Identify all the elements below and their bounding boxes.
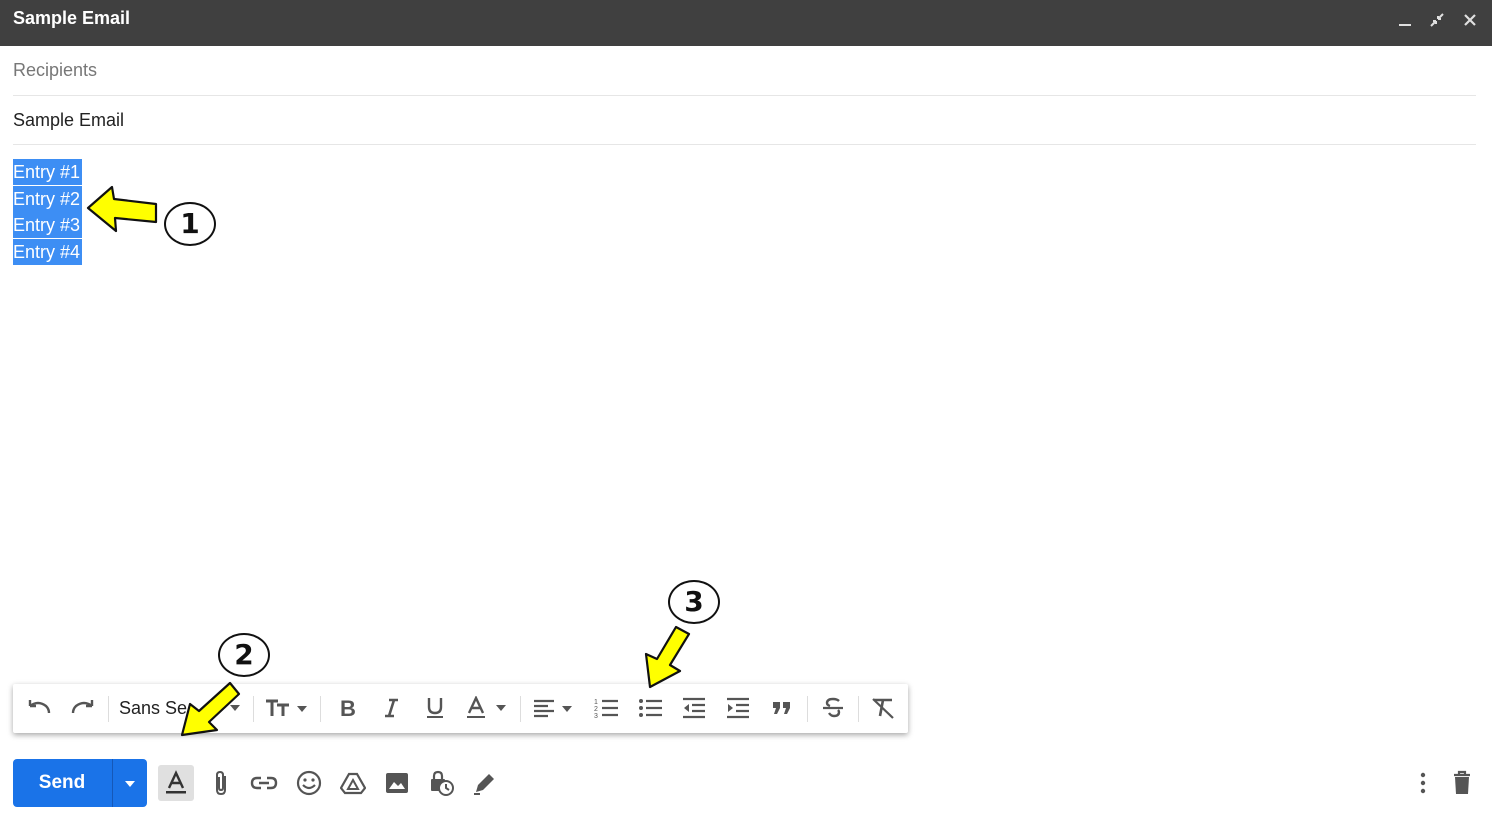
font-size-icon[interactable] (261, 692, 311, 724)
italic-icon[interactable] (375, 692, 407, 724)
insert-link-icon[interactable] (246, 765, 282, 801)
bulleted-list-icon[interactable] (633, 692, 667, 724)
annotation-number-1: 1 (164, 202, 216, 246)
toolbar-divider (108, 696, 109, 722)
recipients-field[interactable]: Recipients (13, 50, 1476, 96)
annotation-arrow-3 (644, 625, 691, 689)
body-line: Entry #1 (13, 159, 83, 186)
subject-value: Sample Email (13, 110, 125, 130)
indent-less-icon[interactable] (677, 692, 711, 724)
annotation-arrow-2 (180, 681, 241, 737)
remove-formatting-icon[interactable] (866, 692, 900, 724)
toolbar-divider (807, 696, 808, 722)
body-line: Entry #3 (13, 212, 83, 239)
bold-icon[interactable]: B (331, 692, 363, 724)
minimize-icon[interactable] (1394, 9, 1416, 31)
google-drive-icon[interactable] (335, 765, 371, 801)
font-family-select[interactable]: Sans Se (119, 698, 187, 719)
insert-signature-icon[interactable] (467, 765, 503, 801)
annotation-arrow-1 (86, 185, 158, 233)
body-line: Entry #2 (13, 185, 83, 213)
toolbar-divider (253, 696, 254, 722)
send-options-button[interactable] (113, 759, 147, 807)
close-icon[interactable] (1459, 9, 1481, 31)
indent-more-icon[interactable] (721, 692, 755, 724)
more-options-icon[interactable] (1405, 765, 1441, 801)
toolbar-divider (520, 696, 521, 722)
formatting-options-icon[interactable] (158, 765, 194, 801)
svg-text:3: 3 (594, 713, 598, 720)
svg-text:1: 1 (594, 699, 598, 706)
redo-icon[interactable] (67, 692, 99, 724)
strikethrough-icon[interactable] (816, 692, 850, 724)
subject-field[interactable]: Sample Email (13, 100, 1476, 145)
insert-emoji-icon[interactable] (291, 765, 327, 801)
message-body[interactable]: Entry #1 Entry #2 Entry #3 Entry #4 (13, 159, 83, 266)
numbered-list-icon[interactable]: 123 (589, 692, 623, 724)
send-label: Send (38, 772, 86, 793)
exit-fullscreen-icon[interactable] (1426, 9, 1448, 31)
recipients-placeholder: Recipients (13, 60, 98, 80)
svg-text:2: 2 (594, 706, 598, 713)
quote-icon[interactable] (765, 692, 799, 724)
compose-titlebar: Sample Email (0, 0, 1492, 46)
body-line: Entry #4 (13, 238, 83, 266)
underline-icon[interactable] (419, 692, 451, 724)
align-icon[interactable] (529, 692, 579, 724)
undo-icon[interactable] (23, 692, 55, 724)
send-button[interactable]: Send (13, 759, 147, 807)
formatting-toolbar: Sans Se B 123 (13, 684, 908, 733)
svg-text:B: B (340, 697, 356, 719)
window-title: Sample Email (13, 8, 131, 28)
insert-photo-icon[interactable] (379, 765, 415, 801)
text-color-icon[interactable] (463, 692, 513, 724)
discard-draft-icon[interactable] (1444, 765, 1480, 801)
toolbar-divider (320, 696, 321, 722)
attach-file-icon[interactable] (204, 765, 240, 801)
annotation-number-3: 3 (668, 580, 720, 624)
annotation-number-2: 2 (218, 633, 270, 677)
toolbar-divider (858, 696, 859, 722)
confidential-mode-icon[interactable] (423, 765, 459, 801)
